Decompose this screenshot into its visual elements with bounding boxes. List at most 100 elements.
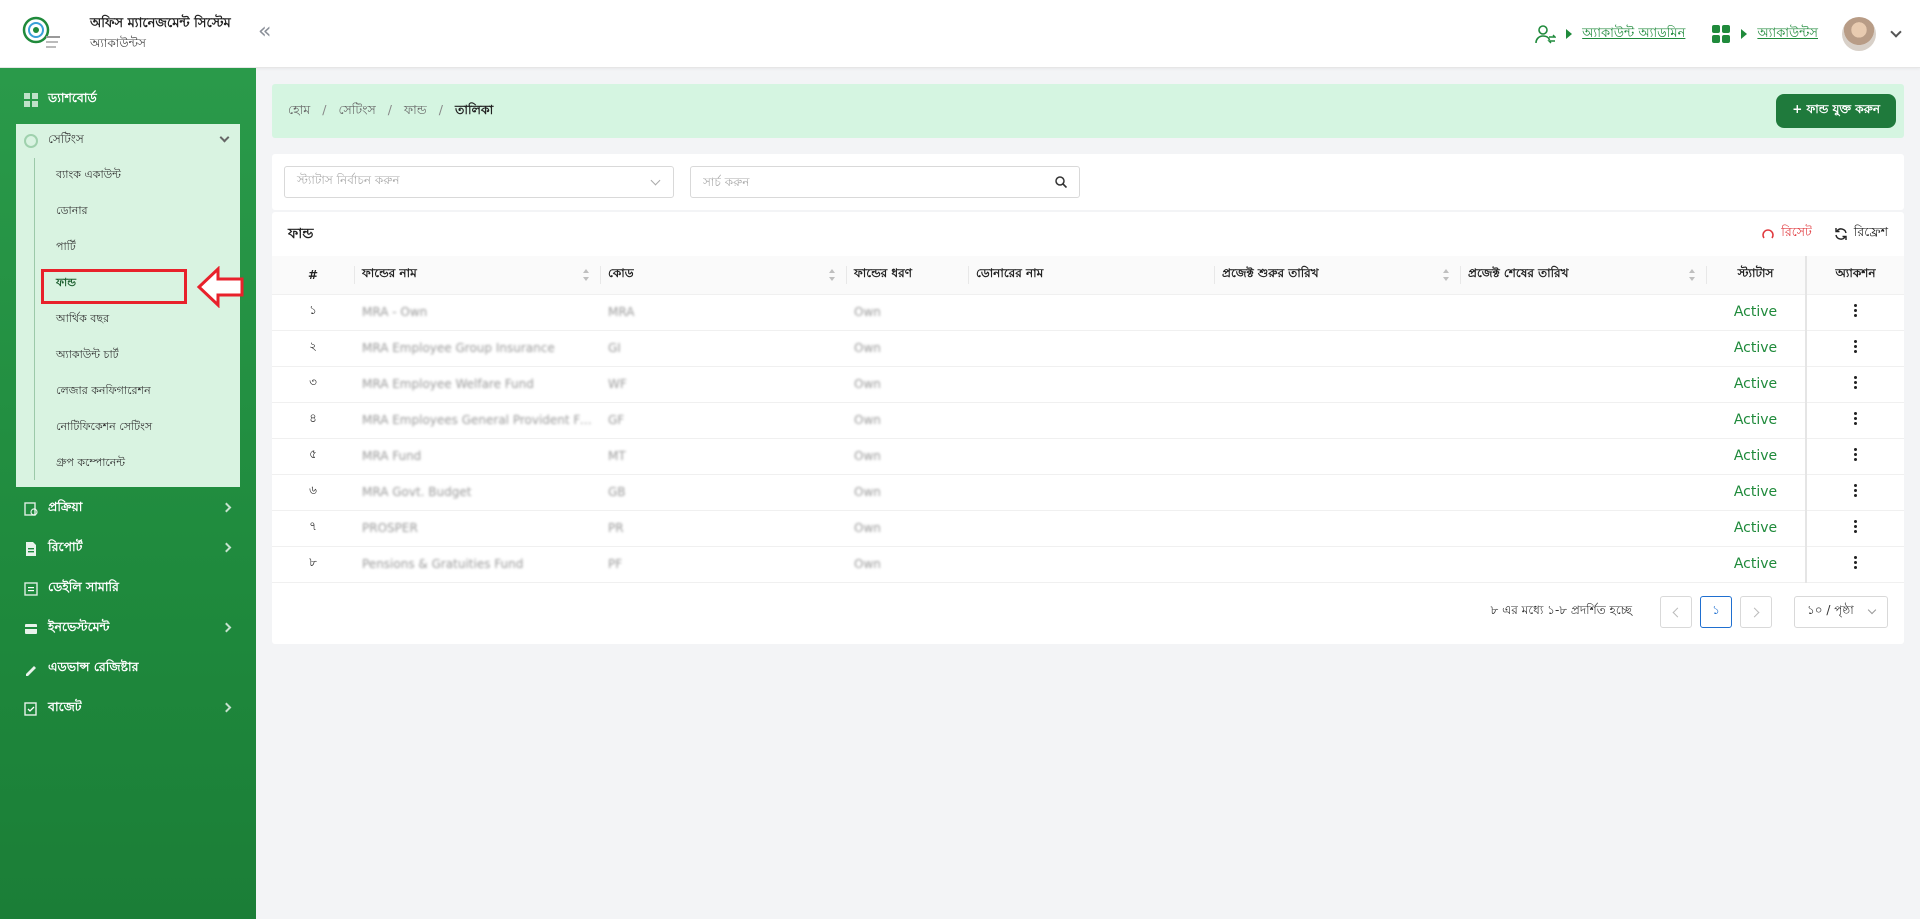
sidebar-item-investment[interactable]: ইনভেস্টমেন্ট <box>16 613 240 645</box>
page-button-current[interactable]: ১ <box>1700 596 1732 628</box>
submenu-item-party[interactable]: পার্টি <box>56 235 76 259</box>
module-link[interactable]: অ্যাকাউন্টস <box>1757 24 1818 45</box>
prev-page-button[interactable] <box>1660 596 1692 628</box>
cell-status: Active <box>1706 402 1806 439</box>
sort-icon[interactable] <box>582 269 590 281</box>
user-avatar[interactable] <box>1842 17 1876 51</box>
more-vertical-icon[interactable] <box>1854 375 1858 390</box>
sort-icon[interactable] <box>1688 269 1696 281</box>
table-row: ৬ MRA Govt. Budget GB Own Active <box>272 474 1904 511</box>
sidebar-item-report[interactable]: রিপোর্ট <box>16 533 240 565</box>
cell-fund-type: Own <box>846 294 968 331</box>
submenu-item-notification-settings[interactable]: নোটিফিকেশন সেটিংস <box>56 415 152 439</box>
cell-action <box>1805 474 1904 511</box>
cell-status: Active <box>1706 438 1806 475</box>
search-icon[interactable] <box>1055 176 1067 188</box>
cell-project-end <box>1460 474 1706 511</box>
chevron-left-icon <box>1672 607 1683 617</box>
submenu-item-account-chart[interactable]: অ্যাকাউন্ট চার্ট <box>56 343 119 367</box>
process-icon <box>24 502 38 516</box>
apps-grid-icon[interactable] <box>1711 24 1731 44</box>
column-header-status: স্ট্যাটাস <box>1706 256 1806 295</box>
chevron-right-icon <box>221 622 232 633</box>
sidebar-item-daily-summary[interactable]: ডেইলি সামারি <box>16 573 240 605</box>
column-header-action: অ্যাকশন <box>1805 256 1904 295</box>
cell-fund-type: Own <box>846 438 968 475</box>
sidebar-item-label: ডেইলি সামারি <box>48 579 119 594</box>
summary-icon <box>24 582 38 596</box>
column-header-fund-name[interactable]: ফান্ডের নাম <box>354 256 600 295</box>
cell-fund-name: MRA Employee Welfare Fund <box>354 366 600 403</box>
dashboard-icon <box>24 93 38 107</box>
filter-bar: স্ট্যাটাস নির্বাচন করুন <box>272 154 1904 210</box>
more-vertical-icon[interactable] <box>1854 339 1858 354</box>
more-vertical-icon[interactable] <box>1854 519 1858 534</box>
sidebar-item-process[interactable]: প্রক্রিয়া <box>16 493 240 525</box>
caret-right-icon <box>1566 29 1573 39</box>
table-row: ৮ Pensions & Gratuities Fund PF Own Active <box>272 546 1904 583</box>
cell-action <box>1805 366 1904 403</box>
user-switch-icon <box>1535 25 1557 44</box>
cell-donor-name <box>968 294 1214 331</box>
app-header: অফিস ম্যানেজমেন্ট সিস্টেম অ্যাকাউন্টস « … <box>0 0 1920 68</box>
chevron-right-icon <box>221 542 232 553</box>
refresh-button[interactable]: রিফ্রেশ <box>1834 224 1888 244</box>
sidebar-item-settings[interactable]: সেটিংস <box>16 124 240 158</box>
breadcrumb-settings[interactable]: সেটিংস <box>338 102 375 122</box>
submenu-item-fiscal-year[interactable]: আর্থিক বছর <box>56 307 109 331</box>
sort-icon[interactable] <box>1442 269 1450 281</box>
next-page-button[interactable] <box>1740 596 1772 628</box>
submenu-item-group-component[interactable]: গ্রুপ কম্পোনেন্ট <box>56 451 125 475</box>
chevron-down-icon[interactable] <box>1890 26 1902 38</box>
submenu-item-bank-account[interactable]: ব্যাংক একাউন্ট <box>56 163 121 187</box>
brand-title: অফিস ম্যানেজমেন্ট সিস্টেম <box>90 16 231 31</box>
sort-icon[interactable] <box>828 269 836 281</box>
sidebar-item-budget[interactable]: বাজেট <box>16 693 240 725</box>
cell-status: Active <box>1706 366 1806 403</box>
more-vertical-icon[interactable] <box>1854 447 1858 462</box>
status-select[interactable]: স্ট্যাটাস নির্বাচন করুন <box>284 166 674 198</box>
fund-table: # ফান্ডের নাম কোড ফান্ডের ধরণ ডোনারের না… <box>272 256 1904 583</box>
reset-button[interactable]: রিসেট <box>1761 224 1812 244</box>
account-admin-link[interactable]: অ্যাকাউন্ট অ্যাডমিন <box>1582 24 1685 45</box>
breadcrumb-separator: / <box>438 102 443 117</box>
page-size-select[interactable]: ১০ / পৃষ্ঠা <box>1794 596 1888 628</box>
add-fund-button[interactable]: + ফান্ড যুক্ত করুন <box>1776 94 1896 128</box>
breadcrumb-home[interactable]: হোম <box>288 102 310 122</box>
more-vertical-icon[interactable] <box>1854 483 1858 498</box>
column-header-project-start[interactable]: প্রজেক্ট শুরুর তারিখ <box>1214 256 1460 295</box>
cell-project-end <box>1460 510 1706 547</box>
double-chevron-left-icon[interactable]: « <box>258 20 271 44</box>
sidebar-item-label: রিপোর্ট <box>48 539 83 554</box>
cell-fund-name: MRA Govt. Budget <box>354 474 600 511</box>
more-vertical-icon[interactable] <box>1854 555 1858 570</box>
cell-action <box>1805 330 1904 367</box>
cell-code: MRA <box>600 294 846 331</box>
chevron-right-icon <box>221 502 232 513</box>
more-vertical-icon[interactable] <box>1854 303 1858 318</box>
sidebar-item-label: ড্যাশবোর্ড <box>48 90 97 105</box>
cell-project-end <box>1460 438 1706 475</box>
more-vertical-icon[interactable] <box>1854 411 1858 426</box>
breadcrumb-fund[interactable]: ফান্ড <box>404 102 427 122</box>
cell-number: ৮ <box>272 546 354 583</box>
cell-action <box>1805 438 1904 475</box>
sidebar-item-dashboard[interactable]: ড্যাশবোর্ড <box>16 84 240 116</box>
cell-project-start <box>1214 330 1460 367</box>
cell-action <box>1805 402 1904 439</box>
cell-number: ৬ <box>272 474 354 511</box>
cell-donor-name <box>968 438 1214 475</box>
sidebar-item-label: বাজেট <box>48 699 82 714</box>
submenu-item-ledger-config[interactable]: লেজার কনফিগারেশন <box>56 379 151 403</box>
cell-project-start <box>1214 438 1460 475</box>
cell-status: Active <box>1706 546 1806 583</box>
sidebar: ড্যাশবোর্ড সেটিংস ব্যাংক একাউন্ট ডোনার প… <box>0 68 256 919</box>
cell-status: Active <box>1706 330 1806 367</box>
column-header-code[interactable]: কোড <box>600 256 846 295</box>
sidebar-item-advance-register[interactable]: এডভান্স রেজিষ্টার <box>16 653 240 685</box>
cell-number: ৫ <box>272 438 354 475</box>
search-input[interactable] <box>691 167 1031 197</box>
chevron-down-icon <box>650 175 661 186</box>
column-header-project-end[interactable]: প্রজেক্ট শেষের তারিখ <box>1460 256 1706 295</box>
submenu-item-donor[interactable]: ডোনার <box>56 199 88 223</box>
